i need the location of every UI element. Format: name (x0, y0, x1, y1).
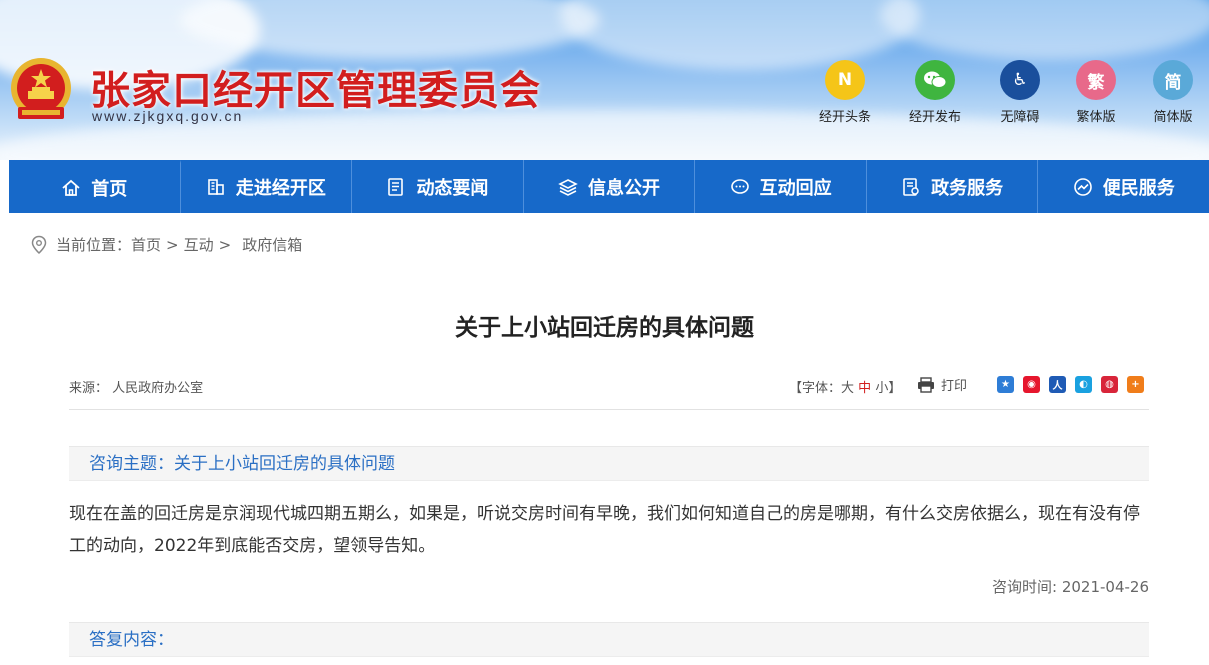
weibo-share-icon[interactable]: ◉ (1023, 376, 1040, 393)
people-share-icon[interactable]: 人 (1049, 376, 1066, 393)
main-nav: 首页 走进经开区 动态要闻 信息公开 互动回应 政务服务 便民服务 (9, 160, 1209, 213)
consult-time: 咨询时间: 2021-04-26 (992, 578, 1149, 596)
building-icon (208, 178, 224, 195)
nav-label: 便民服务 (1102, 177, 1175, 199)
font-label: 【字体： (789, 381, 842, 396)
site-header: 张家口经开区管理委员会 www.zjkgxq.gov.cn N 经开头条 经开发… (0, 0, 1209, 160)
quick-link-label: 经开头条 (818, 110, 871, 125)
consult-subject: 咨询主题：关于上小站回迁房的具体问题 (69, 446, 1149, 481)
quick-link-headline[interactable]: N 经开头条 (810, 60, 880, 125)
article-source: 来源： 人民政府办公室 (69, 381, 204, 396)
nav-label: 互动回应 (759, 177, 832, 199)
service-doc-icon (903, 177, 919, 196)
traditional-icon: 繁 (1076, 60, 1116, 100)
qzone-share-icon[interactable]: ★ (997, 376, 1014, 393)
print-label: 打印 (941, 379, 968, 394)
breadcrumb-mailbox[interactable]: 政府信箱 (242, 234, 302, 255)
font-label-close: 】 (888, 381, 902, 396)
nav-item-news[interactable]: 动态要闻 (352, 160, 524, 213)
site-url: www.zjkgxq.gov.cn (92, 108, 244, 124)
breadcrumb: 当前位置： 首页 > 互动 > 政府信箱 (30, 234, 302, 255)
news-doc-icon (388, 177, 404, 196)
nav-item-interaction[interactable]: 互动回应 (695, 160, 867, 213)
chat-icon (730, 178, 749, 194)
font-small-button[interactable]: 小 (875, 381, 888, 396)
nav-item-home[interactable]: 首页 (9, 160, 181, 213)
quick-link-traditional[interactable]: 繁 繁体版 (1061, 60, 1131, 125)
nav-label: 走进经开区 (235, 177, 326, 199)
quick-link-label: 简体版 (1153, 110, 1193, 125)
news-icon: N (825, 60, 865, 100)
tencent-share-icon[interactable]: ◐ (1075, 376, 1092, 393)
quick-link-label: 繁体版 (1076, 110, 1116, 125)
quick-link-label: 无障碍 (1000, 110, 1040, 125)
national-emblem-icon (11, 58, 71, 119)
font-large-button[interactable]: 大 (841, 381, 854, 396)
nav-label: 首页 (91, 179, 128, 200)
quick-link-simplified[interactable]: 简 简体版 (1138, 60, 1208, 125)
print-button[interactable]: 打印 (917, 375, 967, 394)
consult-body: 现在在盖的回迁房是京润现代城四期五期么，如果是，听说交房时间有早晚，我们如何知道… (69, 504, 1140, 556)
breadcrumb-separator: > (166, 235, 179, 254)
font-size-switcher: 【字体：大 中 小】 (789, 377, 901, 396)
breadcrumb-home[interactable]: 首页 (131, 234, 161, 255)
breadcrumb-separator: > (218, 235, 232, 254)
renren-share-icon[interactable]: ◍ (1101, 376, 1118, 393)
trend-icon (1073, 177, 1092, 196)
more-share-icon[interactable]: + (1127, 376, 1144, 393)
printer-icon (918, 376, 934, 393)
nav-item-about[interactable]: 走进经开区 (181, 160, 353, 213)
breadcrumb-prefix: 当前位置： (56, 236, 132, 254)
nav-label: 政务服务 (931, 177, 1004, 199)
nav-item-info[interactable]: 信息公开 (524, 160, 696, 213)
reply-heading: 答复内容： (69, 622, 1149, 657)
simplified-icon: 简 (1153, 60, 1193, 100)
breadcrumb-interaction[interactable]: 互动 (184, 234, 214, 255)
font-medium-button[interactable]: 中 (858, 381, 871, 396)
home-icon (62, 179, 80, 196)
article-meta: 来源： 人民政府办公室 【字体：大 中 小】 打印 ★ ◉ 人 ◐ ◍ + (69, 374, 1149, 410)
nav-label: 信息公开 (588, 177, 661, 199)
quick-link-release[interactable]: 经开发布 (900, 60, 970, 125)
quick-link-label: 经开发布 (908, 110, 961, 125)
nav-item-convenience[interactable]: 便民服务 (1038, 160, 1209, 213)
quick-link-accessibility[interactable]: ♿ 无障碍 (985, 60, 1055, 125)
layers-icon (558, 178, 578, 196)
article-title: 关于上小站回迁房的具体问题 (455, 315, 754, 341)
accessibility-icon: ♿ (1000, 60, 1040, 100)
nav-label: 动态要闻 (416, 177, 489, 199)
share-bar: ★ ◉ 人 ◐ ◍ + (997, 376, 1153, 393)
nav-item-services[interactable]: 政务服务 (867, 160, 1039, 213)
location-pin-icon (31, 235, 47, 254)
wechat-icon (915, 60, 955, 100)
